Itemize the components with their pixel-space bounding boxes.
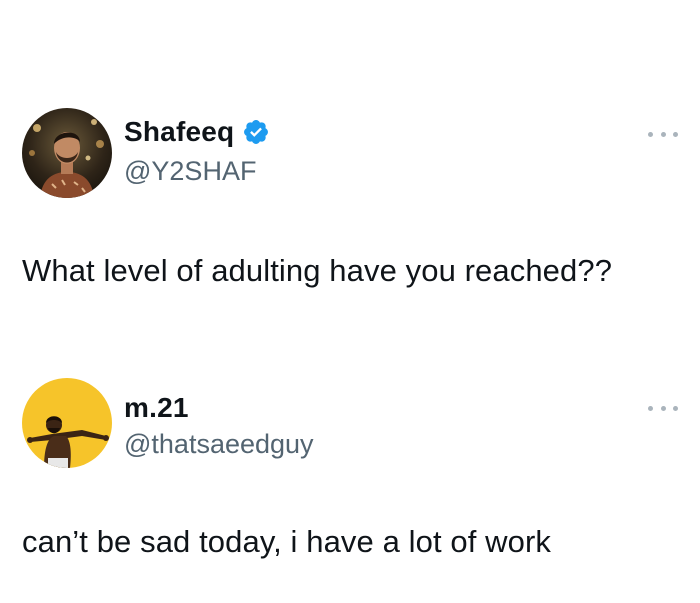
author-name-row: m.21 xyxy=(124,392,189,424)
tweet-2: m.21 @thatsaeedguy can’t be sad today, i… xyxy=(0,330,700,603)
user-avatar[interactable] xyxy=(22,378,112,468)
more-options-icon[interactable] xyxy=(648,128,678,140)
author-name-row: Shafeeq xyxy=(124,116,270,148)
user-handle[interactable]: @Y2SHAF xyxy=(124,156,256,187)
verified-badge-icon xyxy=(242,118,270,146)
tweet-text: can’t be sad today, i have a lot of work xyxy=(22,524,552,559)
display-name[interactable]: m.21 xyxy=(124,392,189,424)
tweet-text: What level of adulting have you reached?… xyxy=(22,253,613,288)
user-handle[interactable]: @thatsaeedguy xyxy=(124,429,314,460)
tweet-1: Shafeeq @Y2SHAF What level of adulting h… xyxy=(0,0,700,330)
display-name[interactable]: Shafeeq xyxy=(124,116,234,148)
more-options-icon[interactable] xyxy=(648,402,678,414)
user-photo-icon xyxy=(22,378,112,468)
user-photo-icon xyxy=(22,108,112,198)
user-avatar[interactable] xyxy=(22,108,112,198)
